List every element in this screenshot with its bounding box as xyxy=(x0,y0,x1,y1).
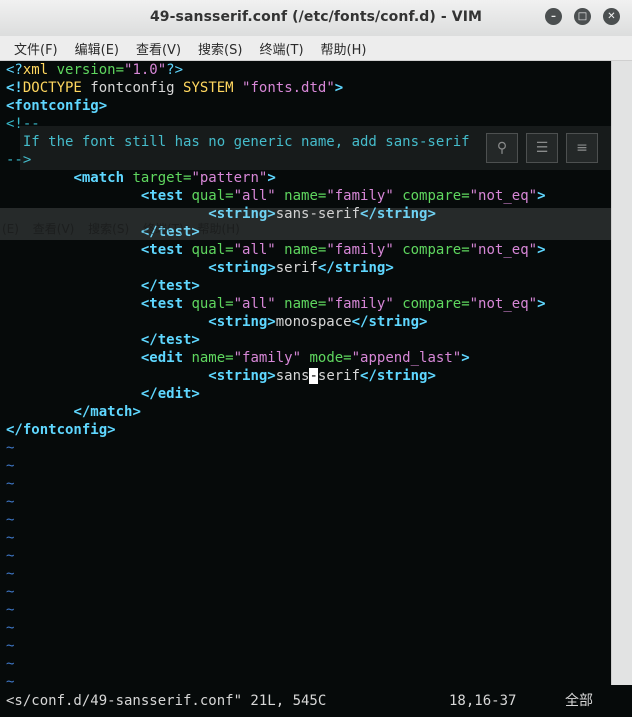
menu-file[interactable]: 文件(F) xyxy=(14,39,58,58)
empty-line-marker: ~ xyxy=(6,602,15,618)
code-line: --> xyxy=(6,152,32,168)
code-line: </match> xyxy=(73,404,141,420)
empty-line-marker: ~ xyxy=(6,440,15,456)
menu-view[interactable]: 查看(V) xyxy=(136,39,181,58)
menu-help[interactable]: 帮助(H) xyxy=(321,39,367,58)
ghost-search-icon: ⚲ xyxy=(486,133,518,163)
empty-line-marker: ~ xyxy=(6,548,15,564)
empty-line-marker: ~ xyxy=(6,620,15,636)
code-line: </test> xyxy=(140,278,200,294)
empty-line-marker: ~ xyxy=(6,674,15,685)
vim-editor[interactable]: <?xml version="1.0"?> <!DOCTYPE fontconfi… xyxy=(0,61,611,685)
status-cursor-position: 18,16-37 xyxy=(449,693,517,709)
code-line: <string>sans-serif</string> xyxy=(208,368,436,384)
ghost-list-icon: ☰ xyxy=(526,133,558,163)
minimize-icon[interactable]: – xyxy=(545,8,562,25)
code-line: If the font still has no generic name, a… xyxy=(6,134,470,150)
code-line: <string>monospace</string> xyxy=(208,314,428,330)
code-line: </test> xyxy=(140,224,200,240)
status-file-info: <s/conf.d/49-sansserif.conf" 21L, 545C xyxy=(6,693,327,709)
scrollbar[interactable] xyxy=(611,61,632,685)
empty-line-marker: ~ xyxy=(6,512,15,528)
code-line: <test qual="all" name="family" compare="… xyxy=(140,296,546,312)
code-line: <?xml version="1.0"?> xyxy=(6,62,184,78)
code-line: <string>sans-serif</string> xyxy=(208,206,436,222)
empty-line-marker: ~ xyxy=(6,494,15,510)
menu-terminal[interactable]: 终端(T) xyxy=(259,39,303,58)
close-icon[interactable]: ✕ xyxy=(603,8,620,25)
code-line: <fontconfig> xyxy=(6,98,108,114)
code-line: <test qual="all" name="family" compare="… xyxy=(140,188,546,204)
window-title: 49-sansserif.conf (/etc/fonts/conf.d) - … xyxy=(149,9,483,25)
code-line: <match target="pattern"> xyxy=(73,170,276,186)
empty-line-marker: ~ xyxy=(6,530,15,546)
code-line: </fontconfig> xyxy=(6,422,116,438)
code-line: <test qual="all" name="family" compare="… xyxy=(140,242,546,258)
menu-edit[interactable]: 编辑(E) xyxy=(75,39,119,58)
code-line: </test> xyxy=(140,332,200,348)
terminal-window: 49-sansserif.conf (/etc/fonts/conf.d) - … xyxy=(0,0,632,717)
code-line: <string>serif</string> xyxy=(208,260,394,276)
empty-line-marker: ~ xyxy=(6,458,15,474)
title-bar[interactable]: 49-sansserif.conf (/etc/fonts/conf.d) - … xyxy=(0,0,632,37)
menu-bar: 文件(F) 编辑(E) 查看(V) 搜索(S) 终端(T) 帮助(H) xyxy=(0,36,632,61)
empty-line-marker: ~ xyxy=(6,566,15,582)
empty-line-marker: ~ xyxy=(6,656,15,672)
code-line: <!DOCTYPE fontconfig SYSTEM "fonts.dtd"> xyxy=(6,80,344,96)
empty-line-marker: ~ xyxy=(6,476,15,492)
maximize-icon[interactable]: □ xyxy=(574,8,591,25)
text-cursor: - xyxy=(309,368,318,384)
empty-line-marker: ~ xyxy=(6,584,15,600)
code-line: <!-- xyxy=(6,116,40,132)
code-line: <edit name="family" mode="append_last"> xyxy=(140,350,470,366)
empty-line-marker: ~ xyxy=(6,638,15,654)
ghost-menu-icon: ≡ xyxy=(566,133,598,163)
menu-search[interactable]: 搜索(S) xyxy=(198,39,242,58)
status-scroll-percent: 全部 xyxy=(565,693,593,709)
code-line: </edit> xyxy=(140,386,200,402)
vim-status-line: <s/conf.d/49-sansserif.conf" 21L, 545C 1… xyxy=(0,685,632,717)
